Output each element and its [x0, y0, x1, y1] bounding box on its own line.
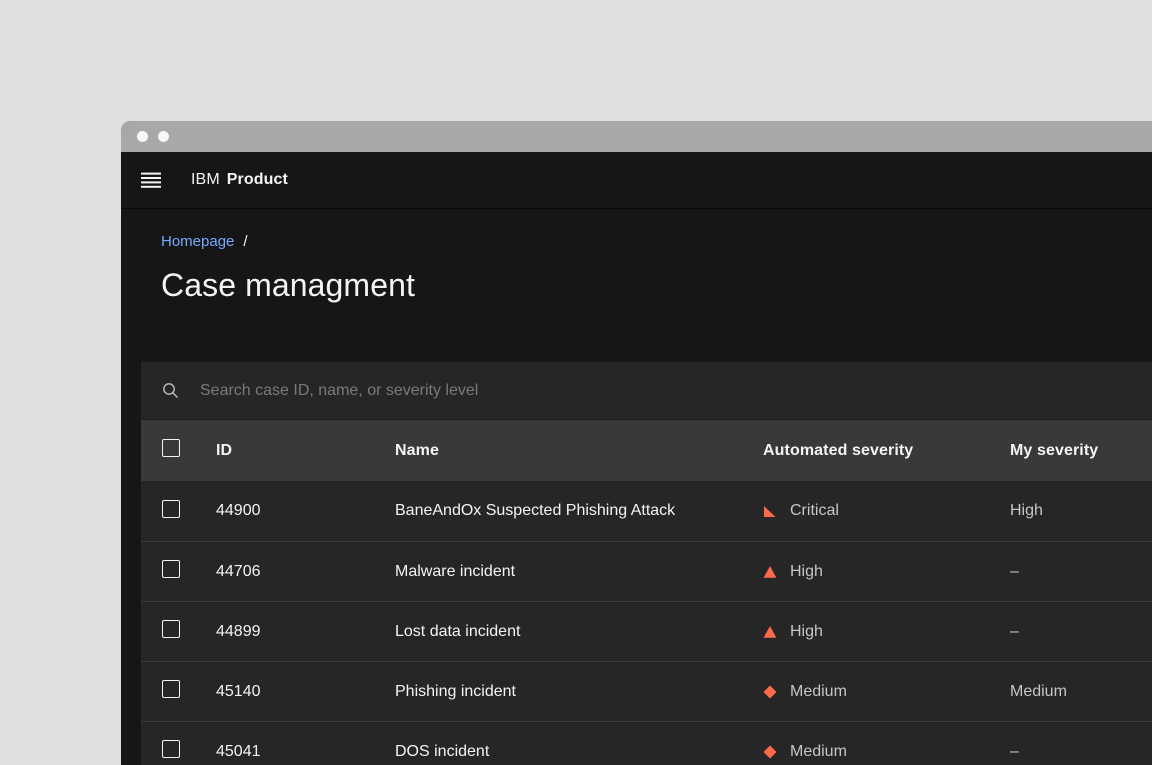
column-header-automated-severity: Automated severity: [763, 441, 914, 459]
automated-severity-cell: Medium: [763, 743, 1010, 761]
table-row[interactable]: 44706 Malware incident High –: [141, 541, 1152, 601]
table-body: 44900 BaneAndOx Suspected Phishing Attac…: [141, 481, 1152, 765]
table-search-bar: [141, 362, 1152, 420]
table-header-row: ID Name Automated severity My severity: [141, 420, 1152, 481]
app-window: IBM Product Homepage / Case managment ID: [121, 121, 1152, 765]
my-severity-cell: –: [1010, 742, 1019, 760]
table-row[interactable]: 45140 Phishing incident Medium Medium: [141, 661, 1152, 721]
case-id-cell: 45140: [216, 682, 261, 700]
brand-prefix: IBM: [191, 171, 220, 188]
breadcrumb: Homepage /: [161, 233, 1152, 251]
row-checkbox[interactable]: [162, 620, 180, 638]
column-header-name: Name: [395, 441, 439, 459]
table-row[interactable]: 45041 DOS incident Medium –: [141, 721, 1152, 765]
window-control-dot[interactable]: [158, 131, 169, 142]
row-checkbox[interactable]: [162, 499, 180, 518]
search-input[interactable]: [200, 362, 1152, 419]
column-header-my-severity: My severity: [1010, 441, 1099, 459]
my-severity-cell: Medium: [1010, 682, 1067, 700]
case-name-cell: DOS incident: [395, 742, 490, 760]
automated-severity-cell: High: [763, 563, 1010, 581]
case-id-cell: 44900: [216, 502, 261, 519]
case-id-cell: 44899: [216, 622, 261, 640]
medium-severity-icon: [763, 685, 777, 699]
select-all-checkbox[interactable]: [162, 439, 180, 457]
brand-name: Product: [226, 171, 288, 188]
automated-severity-label: Critical: [790, 502, 839, 519]
row-checkbox[interactable]: [162, 740, 180, 758]
page-title: Case managment: [161, 267, 415, 303]
high-severity-icon: [763, 625, 777, 639]
menu-button[interactable]: [121, 152, 181, 208]
automated-severity-label: High: [790, 622, 823, 640]
window-control-dot[interactable]: [137, 131, 148, 142]
automated-severity-label: Medium: [790, 742, 847, 760]
table-row[interactable]: 44900 BaneAndOx Suspected Phishing Attac…: [141, 481, 1152, 541]
page-header: Homepage / Case managment: [121, 209, 1152, 305]
column-header-id: ID: [216, 441, 233, 459]
my-severity-cell: –: [1010, 562, 1019, 580]
case-table-section: ID Name Automated severity My severity 4…: [141, 362, 1152, 765]
case-id-cell: 44706: [216, 562, 261, 580]
case-name-cell: BaneAndOx Suspected Phishing Attack: [395, 502, 676, 519]
hamburger-menu-icon: [141, 172, 161, 189]
table-row[interactable]: 44899 Lost data incident High –: [141, 601, 1152, 661]
my-severity-cell: –: [1010, 622, 1019, 640]
case-name-cell: Phishing incident: [395, 682, 516, 700]
critical-severity-icon: [763, 504, 777, 518]
automated-severity-label: High: [790, 562, 823, 580]
my-severity-cell: High: [1010, 502, 1043, 519]
row-checkbox[interactable]: [162, 680, 180, 698]
case-name-cell: Malware incident: [395, 562, 516, 580]
automated-severity-cell: Medium: [763, 683, 1010, 701]
automated-severity-cell: Critical: [763, 502, 1010, 520]
app-header: IBM Product: [121, 152, 1152, 209]
case-name-cell: Lost data incident: [395, 622, 521, 640]
medium-severity-icon: [763, 745, 777, 759]
search-icon: [162, 382, 179, 399]
breadcrumb-link-homepage[interactable]: Homepage: [161, 233, 234, 251]
high-severity-icon: [763, 565, 777, 579]
brand: IBM Product: [191, 171, 288, 189]
breadcrumb-separator: /: [243, 233, 248, 250]
window-titlebar: [121, 121, 1152, 152]
case-id-cell: 45041: [216, 742, 261, 760]
automated-severity-label: Medium: [790, 682, 847, 700]
row-checkbox[interactable]: [162, 560, 180, 578]
automated-severity-cell: High: [763, 623, 1010, 641]
